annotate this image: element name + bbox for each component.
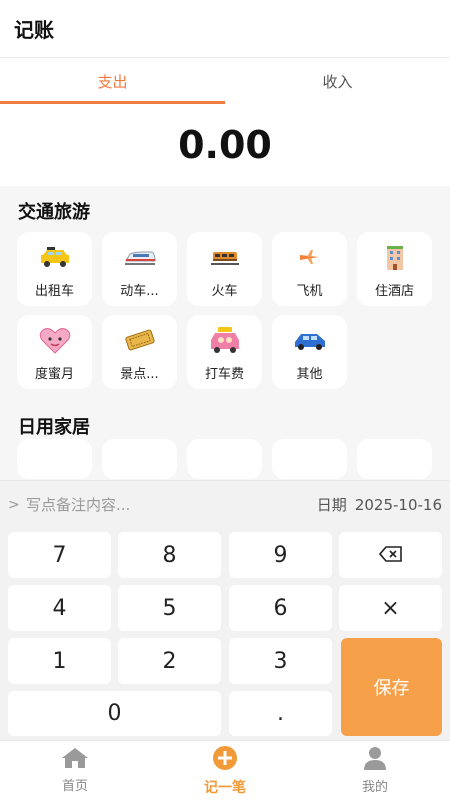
key-9[interactable]: 9	[229, 532, 332, 578]
category-label: 景点...	[120, 367, 159, 382]
category-label: 度蜜月	[34, 367, 74, 382]
tab-bar: 支出 收入	[0, 58, 450, 104]
plus-circle-icon	[212, 745, 238, 775]
key-6[interactable]: 6	[229, 585, 332, 631]
multiply-key[interactable]: ×	[339, 585, 442, 631]
category-train[interactable]: 火车	[187, 232, 262, 306]
tab-income[interactable]: 收入	[225, 58, 450, 104]
key-0[interactable]: 0	[8, 691, 221, 736]
key-8[interactable]: 8	[118, 532, 221, 578]
category-taxi[interactable]: 出租车	[17, 232, 92, 306]
note-bar: > 写点备注内容... 日期 2025-10-16	[0, 480, 450, 528]
amount-display: 0.00	[178, 123, 272, 167]
date-value[interactable]: 2025-10-16	[355, 496, 442, 514]
key-3[interactable]: 3	[229, 638, 332, 684]
category-label: 住酒店	[374, 284, 414, 299]
user-icon	[363, 746, 387, 774]
ride-hailing-car-icon	[208, 325, 242, 355]
date-label[interactable]: 日期	[317, 494, 347, 515]
category-grid-household	[0, 439, 450, 479]
note-input[interactable]: 写点备注内容...	[26, 494, 317, 515]
hotel-icon	[378, 242, 412, 272]
category-panel: 交通旅游 出租车 动车... 火车 飞机 住酒店 度蜜月 景点... 打车费 其…	[0, 186, 450, 480]
category-label: 出租车	[34, 284, 74, 299]
key-7[interactable]: 7	[8, 532, 111, 578]
category-label: 打车费	[204, 367, 244, 382]
category-tile[interactable]	[272, 439, 347, 479]
category-attraction-ticket[interactable]: 景点...	[102, 315, 177, 389]
category-hotel[interactable]: 住酒店	[357, 232, 432, 306]
backspace-key[interactable]	[339, 532, 442, 578]
category-tile[interactable]	[357, 439, 432, 479]
category-grid-travel: 出租车 动车... 火车 飞机 住酒店 度蜜月 景点... 打车费 其他	[0, 232, 450, 389]
nav-home[interactable]: 首页	[0, 741, 150, 800]
tab-expense[interactable]: 支出	[0, 58, 225, 104]
category-ride-fare[interactable]: 打车费	[187, 315, 262, 389]
app: 记账 支出 收入 0.00 交通旅游 出租车 动车... 火车 飞机 住酒店 度…	[0, 0, 450, 800]
key-1[interactable]: 1	[8, 638, 111, 684]
nav-label: 我的	[361, 780, 388, 795]
category-label: 动车...	[120, 284, 159, 299]
ticket-icon	[123, 325, 157, 355]
title-bar: 记账	[0, 0, 450, 58]
category-label: 火车	[211, 284, 238, 299]
page-title: 记账	[14, 18, 54, 42]
nav-record[interactable]: 记一笔	[150, 741, 300, 800]
backspace-icon	[378, 543, 403, 568]
home-icon	[61, 747, 89, 773]
category-honeymoon[interactable]: 度蜜月	[17, 315, 92, 389]
save-button[interactable]: 保存	[341, 638, 442, 736]
category-tile[interactable]	[102, 439, 177, 479]
category-tile[interactable]	[17, 439, 92, 479]
key-decimal[interactable]: .	[229, 691, 332, 736]
section-title-household: 日用家居	[18, 417, 90, 438]
key-2[interactable]: 2	[118, 638, 221, 684]
airplane-icon	[293, 242, 327, 272]
category-bullet-train[interactable]: 动车...	[102, 232, 177, 306]
key-4[interactable]: 4	[8, 585, 111, 631]
nav-profile[interactable]: 我的	[300, 741, 450, 800]
section-title-travel: 交通旅游	[18, 202, 90, 223]
train-icon	[208, 242, 242, 272]
blue-car-icon	[293, 325, 327, 355]
nav-label: 记一笔	[204, 779, 246, 796]
category-airplane[interactable]: 飞机	[272, 232, 347, 306]
taxi-icon	[38, 242, 72, 272]
bullet-train-icon	[123, 242, 157, 272]
key-5[interactable]: 5	[118, 585, 221, 631]
nav-label: 首页	[61, 779, 88, 794]
category-tile[interactable]	[187, 439, 262, 479]
bottom-nav: 首页 记一笔 我的	[0, 740, 450, 800]
chevron-right-icon: >	[8, 496, 20, 513]
keypad: 7 8 9 4 5 6 × 1 2 3 0 . 保存	[0, 528, 450, 740]
category-other[interactable]: 其他	[272, 315, 347, 389]
category-label: 其他	[296, 367, 323, 382]
category-label: 飞机	[296, 284, 323, 299]
honeymoon-heart-icon	[38, 325, 72, 355]
